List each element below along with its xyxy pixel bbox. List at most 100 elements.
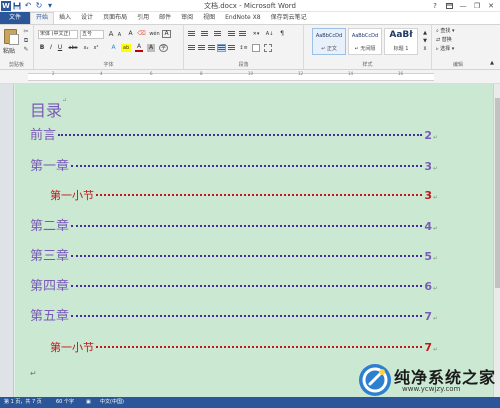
cut-icon[interactable]: ✂ (23, 29, 29, 35)
justify-icon[interactable] (217, 44, 226, 52)
bold-button[interactable]: B (39, 44, 45, 52)
chinese-layout-icon[interactable]: ✕▾ (251, 30, 261, 38)
toc-entry-title: 第三章 (30, 249, 70, 264)
align-center-icon[interactable] (198, 45, 205, 51)
replace-button[interactable]: ⇄ 替换 (436, 37, 452, 44)
tab-mailings[interactable]: 邮件 (154, 12, 176, 24)
font-name-select[interactable]: 宋体 (中文正) (38, 30, 78, 39)
select-button[interactable]: ▹ 选择 ▾ (436, 46, 454, 53)
tab-design[interactable]: 设计 (76, 12, 98, 24)
toc-entry[interactable]: 第一小节 7 ↵ (50, 340, 438, 356)
strikethrough-button[interactable]: abc (67, 44, 79, 52)
page-count-status[interactable]: 第 1 页，共 7 页 (4, 397, 42, 408)
sort-icon[interactable]: A↓ (265, 30, 274, 38)
tab-file[interactable]: 文件 (0, 12, 31, 24)
highlight-color-button[interactable]: ab (121, 44, 131, 52)
minimize-icon[interactable]: — (456, 0, 470, 11)
toc-entry[interactable]: 第五章 7 ↵ (30, 309, 438, 325)
toc-entry[interactable]: 第一小节 3 ↵ (50, 188, 438, 204)
bullets-icon[interactable] (188, 31, 195, 37)
tab-review[interactable]: 审阅 (176, 12, 198, 24)
redo-icon[interactable]: ↻ (34, 1, 44, 11)
underline-button[interactable]: U (57, 44, 63, 52)
vertical-ruler[interactable] (0, 84, 14, 397)
vertical-scrollbar[interactable] (493, 84, 500, 397)
text-effects-button[interactable]: A (109, 44, 118, 52)
scrollbar-thumb[interactable] (495, 98, 500, 288)
format-painter-icon[interactable]: ✎ (23, 47, 29, 53)
help-icon[interactable]: ? (428, 0, 442, 11)
styles-scroll-up-icon[interactable]: ▲ (421, 29, 429, 37)
style-normal[interactable]: AaBbCcDd ↵ 正文 (312, 28, 346, 55)
phonetic-guide-button[interactable]: wén (149, 30, 160, 38)
find-button[interactable]: ⌕ 查找 ▾ (436, 28, 455, 35)
tab-view[interactable]: 视图 (198, 12, 220, 24)
increase-indent-icon[interactable] (239, 31, 246, 37)
toc-heading-text: 目录 (30, 101, 63, 120)
distributed-icon[interactable] (228, 45, 235, 51)
superscript-button[interactable]: x² (92, 44, 100, 52)
tab-save-to-cloud-notes[interactable]: 保存到云笔记 (266, 12, 312, 24)
toc-entry-page: 5 (424, 250, 432, 263)
font-size-select[interactable]: 五号 (80, 30, 104, 39)
multilevel-list-icon[interactable] (214, 31, 221, 37)
clear-format-icon[interactable]: ⌫ (137, 30, 146, 38)
align-left-icon[interactable] (188, 45, 195, 51)
styles-scroll-down-icon[interactable]: ▼ (421, 37, 429, 45)
styles-more-icon[interactable]: ⊻ (421, 45, 429, 53)
customize-qat-icon[interactable]: ▾ (45, 1, 55, 11)
tab-page-layout[interactable]: 页面布局 (98, 12, 132, 24)
paragraph-group-label: 段落 (238, 62, 249, 68)
line-spacing-icon[interactable]: ↕≡ (239, 44, 248, 52)
replace-icon: ⇄ (436, 37, 441, 43)
style-no-spacing[interactable]: AaBbCcDd ↵ 无间隔 (348, 28, 382, 55)
save-icon[interactable] (12, 1, 22, 11)
italic-button[interactable]: I (48, 44, 54, 52)
shrink-font-button[interactable]: A (116, 31, 123, 39)
change-case-button[interactable]: A (126, 30, 135, 38)
paste-icon[interactable] (4, 29, 19, 45)
ruler-track (28, 73, 434, 81)
toc-entry[interactable]: 第一章 3 ↵ (30, 159, 438, 175)
copy-icon[interactable]: ⧉ (23, 38, 29, 44)
toc-entry-page: 3 (424, 160, 432, 173)
tab-home[interactable]: 开始 (30, 12, 55, 24)
grow-font-button[interactable]: A (107, 30, 115, 38)
tab-endnote[interactable]: EndNote X8 (220, 12, 265, 24)
toc-entry[interactable]: 前言 2 ↵ (30, 128, 438, 144)
toc-entry-page: 4 (424, 220, 432, 233)
toc-entry[interactable]: 第四章 6 ↵ (30, 279, 438, 295)
toc-entry-title: 第一小节 (50, 189, 94, 202)
undo-icon[interactable]: ↶ (23, 1, 33, 11)
font-color-button[interactable]: A (135, 44, 143, 52)
enclose-char-button[interactable]: 字 (159, 44, 168, 52)
document-page[interactable]: 目录↵ 前言 2 ↵ 第一章 3 ↵ 第一小节 3 ↵ 第二章 4 ↵ 第三章 5 ↵ 第… (15, 84, 493, 397)
ribbon-display-icon[interactable] (442, 0, 456, 11)
word-count-status[interactable]: 60 个字 (56, 397, 74, 408)
language-status[interactable]: 中文(中国) (100, 397, 124, 408)
collapse-ribbon-icon[interactable]: ▲ (488, 59, 496, 67)
toc-entry[interactable]: 第三章 5 ↵ (30, 249, 438, 265)
proofing-icon[interactable]: ▣ (86, 397, 91, 408)
close-icon[interactable]: ✕ (484, 0, 498, 11)
char-border-button[interactable]: A (162, 30, 171, 38)
toc-entry[interactable]: 第二章 4 ↵ (30, 219, 438, 235)
align-right-icon[interactable] (208, 45, 215, 51)
horizontal-ruler[interactable]: 2 4 6 8 10 12 14 16 (0, 70, 500, 84)
watermark-url: www.ycwjzy.com (402, 385, 461, 393)
word-app-icon[interactable]: W (1, 1, 11, 11)
toc-entry-title: 第二章 (30, 219, 70, 234)
shading-icon[interactable] (252, 44, 260, 52)
char-shading-button[interactable]: A (147, 44, 155, 52)
tab-references[interactable]: 引用 (132, 12, 154, 24)
find-label: 查找 ▾ (440, 28, 455, 34)
style-heading-1[interactable]: AaBł 标题 1 (384, 28, 418, 55)
subscript-button[interactable]: x₂ (82, 44, 90, 52)
decrease-indent-icon[interactable] (228, 31, 235, 37)
show-marks-icon[interactable]: ¶ (278, 30, 286, 38)
numbering-icon[interactable] (201, 31, 208, 37)
borders-icon[interactable] (264, 44, 272, 52)
paste-button-label[interactable]: 粘贴 (3, 46, 15, 55)
tab-insert[interactable]: 插入 (54, 12, 76, 24)
restore-icon[interactable]: ❐ (470, 0, 484, 11)
